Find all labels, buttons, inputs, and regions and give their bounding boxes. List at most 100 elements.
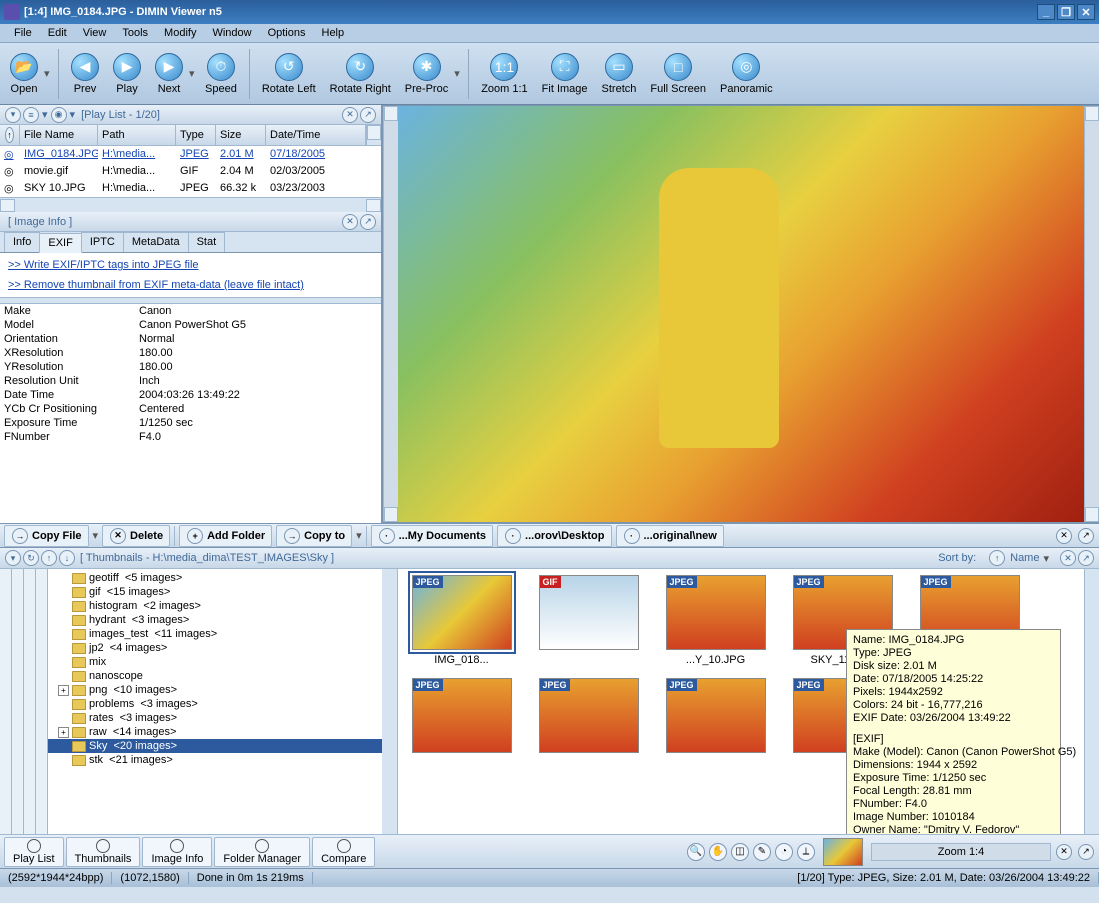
popout-thumbs-icon[interactable]: ↗ (1078, 550, 1094, 566)
sort-dropdown[interactable]: Name (1010, 552, 1039, 564)
img-scroll-up-icon2[interactable] (1085, 106, 1099, 121)
main-image[interactable] (398, 106, 1084, 522)
img-scroll-up-icon[interactable] (384, 106, 398, 121)
path-mydocs[interactable]: ·...My Documents (371, 525, 493, 547)
tab-info[interactable]: Info (4, 232, 40, 252)
play-list-button[interactable]: Play List (4, 837, 64, 867)
compare-button[interactable]: Compare (312, 837, 375, 867)
menu-tools[interactable]: Tools (114, 25, 156, 41)
up-folder-icon[interactable]: ↑ (41, 550, 57, 566)
add-folder-button[interactable]: +Add Folder (179, 525, 272, 547)
copy-file-button[interactable]: →Copy File (4, 525, 89, 547)
zoom-slider[interactable]: Zoom 1:4 (871, 843, 1051, 861)
write-exif-link[interactable]: >> Write EXIF/IPTC tags into JPEG file (0, 255, 381, 275)
tab-stat[interactable]: Stat (188, 232, 226, 252)
dropdown-icon[interactable]: ▾ (189, 67, 197, 80)
tree-item-rates[interactable]: rates <3 images> (48, 711, 382, 725)
tab-iptc[interactable]: IPTC (81, 232, 124, 252)
dropdown-icon[interactable]: ▾ (454, 67, 462, 80)
thumbnail-item[interactable]: JPEGIMG_018... (404, 575, 519, 666)
tree-item-sky[interactable]: Sky <20 images> (48, 739, 382, 753)
tree-item-nanoscope[interactable]: nanoscope (48, 669, 382, 683)
hand-tool-icon[interactable]: ✋ (709, 843, 727, 861)
menu-edit[interactable]: Edit (40, 25, 75, 41)
menu-view[interactable]: View (75, 25, 115, 41)
tree-item-raw[interactable]: +raw <14 images> (48, 725, 382, 739)
menu-modify[interactable]: Modify (156, 25, 204, 41)
up-icon[interactable]: ↑ (5, 127, 14, 143)
select-tool-icon[interactable]: ◫ (731, 843, 749, 861)
delete-button[interactable]: ✕Delete (102, 525, 170, 547)
playlist-row[interactable]: ◎SKY 10.JPGH:\media...JPEG66.32 k03/23/2… (0, 180, 381, 197)
list-icon[interactable]: ≡ (23, 107, 39, 123)
tree-item-stk[interactable]: stk <21 images> (48, 753, 382, 767)
menu-file[interactable]: File (6, 25, 40, 41)
col-date[interactable]: Date/Time (266, 125, 366, 145)
popout-pathbar-icon[interactable]: ↗ (1078, 528, 1094, 544)
img-scroll-down-icon[interactable] (384, 507, 398, 522)
full-screen-button[interactable]: □Full Screen (644, 51, 712, 97)
zoom-1:1-button[interactable]: 1:1Zoom 1:1 (475, 51, 533, 97)
speed-button[interactable]: ⏱Speed (199, 51, 243, 97)
close-thumbs-icon[interactable]: ✕ (1060, 550, 1076, 566)
playlist-row[interactable]: ◎movie.gifH:\media...GIF2.04 M02/03/2005 (0, 163, 381, 180)
path-original[interactable]: ·...original\new (616, 525, 724, 547)
color-tool-icon[interactable]: ◔ (775, 843, 793, 861)
stretch-button[interactable]: ▭Stretch (596, 51, 643, 97)
scroll-right-icon[interactable] (366, 199, 381, 212)
thumbs-scrollbar[interactable] (1084, 569, 1099, 834)
popout-info-icon[interactable]: ↗ (360, 214, 376, 230)
tree-item-problems[interactable]: problems <3 images> (48, 697, 382, 711)
tree-item-histogram[interactable]: histogram <2 images> (48, 599, 382, 613)
col-type[interactable]: Type (176, 125, 216, 145)
menu-window[interactable]: Window (204, 25, 259, 41)
rotate-right-button[interactable]: ↻Rotate Right (324, 51, 397, 97)
popout-bottom-icon[interactable]: ↗ (1078, 844, 1094, 860)
maximize-button[interactable]: ❐ (1057, 4, 1075, 20)
playlist-row[interactable]: ◎IMG_0184.JPGH:\media...JPEG2.01 M07/18/… (0, 146, 381, 163)
minimize-button[interactable]: _ (1037, 4, 1055, 20)
play-button[interactable]: ▶Play (107, 51, 147, 97)
sort-dir-icon[interactable]: ↑ (989, 550, 1005, 566)
next-button[interactable]: ▶Next (149, 51, 189, 97)
menu-options[interactable]: Options (260, 25, 314, 41)
tree-item-mix[interactable]: mix (48, 655, 382, 669)
tab-exif[interactable]: EXIF (39, 233, 81, 253)
panoramic-button[interactable]: ◎Panoramic (714, 51, 779, 97)
tree-item-jp2[interactable]: jp2 <4 images> (48, 641, 382, 655)
image-viewer[interactable] (382, 105, 1099, 523)
zoom-tool-icon[interactable]: 🔍 (687, 843, 705, 861)
remove-thumbnail-link[interactable]: >> Remove thumbnail from EXIF meta-data … (0, 275, 381, 295)
thumbnails-button[interactable]: Thumbnails (66, 837, 141, 867)
col-filename[interactable]: File Name (20, 125, 98, 145)
close-bottom-icon[interactable]: ✕ (1056, 844, 1072, 860)
thumbnail-item[interactable]: GIF (531, 575, 646, 666)
copy-to-button[interactable]: →Copy to (276, 525, 352, 547)
navigator-thumbnail[interactable] (823, 838, 863, 866)
close-button[interactable]: ✕ (1077, 4, 1095, 20)
tab-metadata[interactable]: MetaData (123, 232, 189, 252)
thumbnail-item[interactable]: JPEG...Y_10.JPG (658, 575, 773, 666)
tree-item-images_test[interactable]: images_test <11 images> (48, 627, 382, 641)
tree-item-geotiff[interactable]: geotiff <5 images> (48, 571, 382, 585)
open-button[interactable]: 📂Open (4, 51, 44, 97)
measure-tool-icon[interactable]: ⟂ (797, 843, 815, 861)
refresh-icon[interactable]: ↻ (23, 550, 39, 566)
thumbnail-item[interactable]: JPEG (531, 678, 646, 757)
tree-scrollbar[interactable] (382, 569, 397, 834)
tree-item-gif[interactable]: gif <15 images> (48, 585, 382, 599)
folder-manager-button[interactable]: Folder Manager (214, 837, 310, 867)
close-pathbar-icon[interactable]: ✕ (1056, 528, 1072, 544)
close-info-icon[interactable]: ✕ (342, 214, 358, 230)
pen-tool-icon[interactable]: ✎ (753, 843, 771, 861)
col-path[interactable]: Path (98, 125, 176, 145)
col-size[interactable]: Size (216, 125, 266, 145)
thumbnail-item[interactable]: JPEG (404, 678, 519, 757)
fit-image-button[interactable]: ⛶Fit Image (536, 51, 594, 97)
tree-item-png[interactable]: +png <10 images> (48, 683, 382, 697)
expand-icon[interactable]: + (58, 685, 69, 696)
pre-proc-button[interactable]: ✱Pre-Proc (399, 51, 454, 97)
collapse-icon[interactable]: ▾ (5, 107, 21, 123)
scroll-left-icon[interactable] (0, 199, 15, 212)
close-panel-icon[interactable]: ✕ (342, 107, 358, 123)
